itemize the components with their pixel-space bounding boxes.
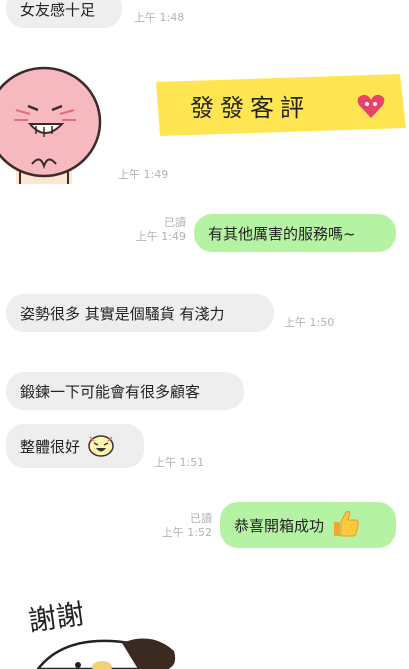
read-status: 已讀 [190, 512, 212, 525]
message-text: 鍛鍊一下可能會有很多顧客 [20, 382, 201, 401]
heart-cat-icon [357, 94, 385, 118]
message-timestamp: 上午 1:49 [135, 230, 186, 243]
message-bubble-incoming[interactable]: 鍛鍊一下可能會有很多顧客 [6, 372, 244, 410]
message-timestamp: 上午 1:48 [134, 11, 185, 24]
sticker-dog-icon [36, 638, 176, 669]
message-text: 姿勢很多 其實是個騷貨 有淺力 [20, 304, 225, 323]
sticker-banner[interactable]: 發發客評 [150, 72, 408, 138]
message-bubble-incoming[interactable]: 整體很好 [6, 424, 144, 468]
message-timestamp: 上午 1:52 [161, 526, 212, 539]
message-text: 整體很好 [20, 437, 81, 456]
sticker-dog-icon[interactable]: 謝謝 [18, 592, 208, 669]
laughing-emoji-icon [88, 435, 114, 457]
sticker-peach-face-icon [0, 66, 102, 186]
thumbs-up-icon [330, 508, 360, 542]
sticker-banner-text: 發發客評 [190, 94, 310, 122]
read-status: 已讀 [164, 216, 186, 229]
thumbs-up-icon [334, 510, 359, 537]
message-timestamp: 上午 1:50 [284, 316, 335, 329]
message-bubble-incoming[interactable]: 女友感十足 [6, 0, 122, 28]
message-timestamp: 上午 1:51 [154, 456, 205, 469]
message-bubble-outgoing[interactable]: 有其他厲害的服務嗎~ [194, 214, 396, 252]
message-timestamp: 上午 1:49 [118, 168, 169, 181]
message-text: 恭喜開箱成功 [234, 516, 325, 535]
message-bubble-incoming[interactable]: 姿勢很多 其實是個騷貨 有淺力 [6, 294, 274, 332]
message-bubble-outgoing[interactable]: 恭喜開箱成功 [220, 502, 396, 548]
message-text: 有其他厲害的服務嗎~ [208, 224, 356, 243]
message-meta: 已讀 上午 1:49 [118, 216, 186, 244]
message-meta: 已讀 上午 1:52 [146, 512, 212, 540]
laughing-emoji-icon [86, 431, 116, 461]
sticker-peach-face-icon[interactable] [0, 62, 112, 186]
message-text: 女友感十足 [20, 0, 96, 19]
